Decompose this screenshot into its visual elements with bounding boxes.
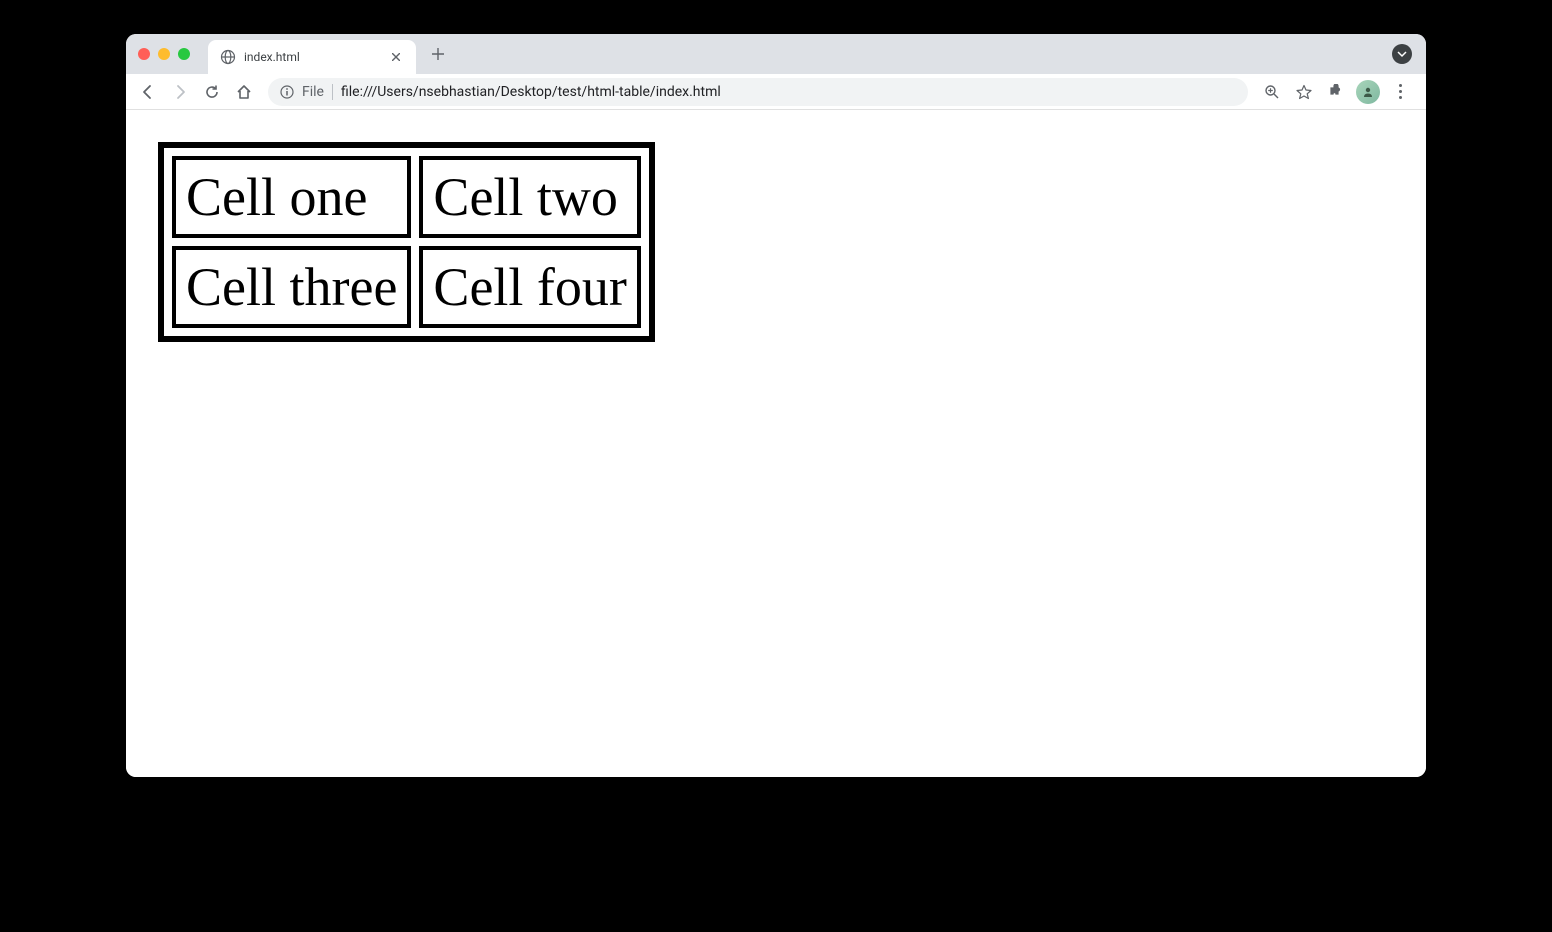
window-controls xyxy=(138,48,190,60)
zoom-icon[interactable] xyxy=(1258,78,1286,106)
demo-table: Cell one Cell two Cell three Cell four xyxy=(158,142,655,342)
url-scheme-label: File xyxy=(302,84,333,100)
tab-bar: index.html xyxy=(126,34,1426,74)
profile-avatar[interactable] xyxy=(1354,78,1382,106)
browser-window: index.html xyxy=(126,34,1426,777)
address-bar: File file:///Users/nsebhastian/Desktop/t… xyxy=(126,74,1426,110)
extensions-icon[interactable] xyxy=(1322,78,1350,106)
toolbar-right xyxy=(1258,78,1418,106)
forward-button[interactable] xyxy=(166,78,194,106)
search-tabs-button[interactable] xyxy=(1392,44,1412,64)
url-path: file:///Users/nsebhastian/Desktop/test/h… xyxy=(341,84,721,100)
browser-tab[interactable]: index.html xyxy=(208,40,416,74)
globe-icon xyxy=(220,49,236,65)
kebab-menu-button[interactable] xyxy=(1386,78,1414,106)
table-row: Cell three Cell four xyxy=(172,246,641,328)
minimize-window-button[interactable] xyxy=(158,48,170,60)
tab-title: index.html xyxy=(244,50,380,64)
page-content: Cell one Cell two Cell three Cell four xyxy=(126,110,1426,777)
table-cell: Cell three xyxy=(172,246,411,328)
vertical-dots-icon xyxy=(1399,84,1402,99)
avatar-icon xyxy=(1356,80,1380,104)
url-bar[interactable]: File file:///Users/nsebhastian/Desktop/t… xyxy=(268,78,1248,106)
table-row: Cell one Cell two xyxy=(172,156,641,238)
close-tab-button[interactable] xyxy=(388,49,404,65)
table-cell: Cell one xyxy=(172,156,411,238)
back-button[interactable] xyxy=(134,78,162,106)
close-window-button[interactable] xyxy=(138,48,150,60)
table-cell: Cell two xyxy=(419,156,640,238)
maximize-window-button[interactable] xyxy=(178,48,190,60)
site-info-icon[interactable] xyxy=(280,85,294,99)
home-button[interactable] xyxy=(230,78,258,106)
reload-button[interactable] xyxy=(198,78,226,106)
table-cell: Cell four xyxy=(419,246,640,328)
new-tab-button[interactable] xyxy=(424,40,452,68)
bookmark-icon[interactable] xyxy=(1290,78,1318,106)
